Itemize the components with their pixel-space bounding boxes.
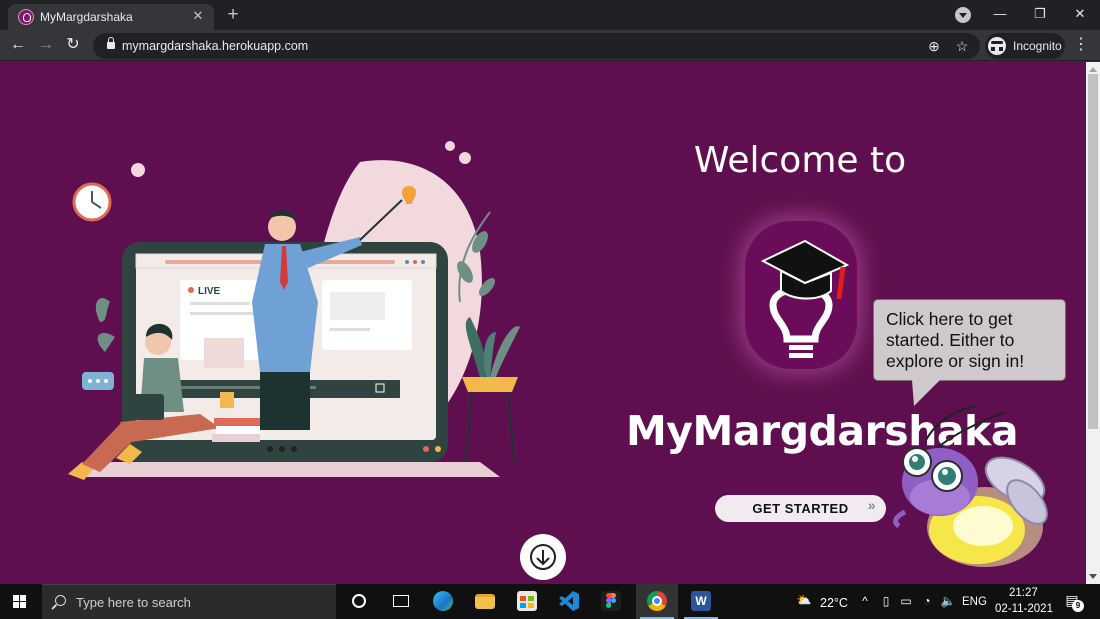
graduation-cap-bulb-icon xyxy=(760,239,850,358)
get-started-button[interactable]: GET STARTED » xyxy=(715,495,886,522)
task-view-button[interactable] xyxy=(380,584,422,619)
laptop-base xyxy=(80,462,500,477)
start-button[interactable] xyxy=(0,584,40,619)
chevron-right-icon: » xyxy=(867,497,876,513)
wifi-icon[interactable]: ◔ xyxy=(919,593,935,609)
address-bar[interactable]: mymargdarshaka.herokuapp.com ⊕ ☆ xyxy=(93,33,980,59)
reload-icon[interactable]: ↻ xyxy=(62,34,84,56)
cortana-icon xyxy=(352,594,366,608)
windows-logo-icon xyxy=(13,595,27,609)
weather-temperature[interactable]: 22°C xyxy=(820,596,848,610)
bookmark-star-icon[interactable]: ☆ xyxy=(953,37,971,55)
taskbar-word[interactable]: W xyxy=(680,584,722,619)
online-teaching-illustration: LIVE xyxy=(68,141,520,480)
word-icon: W xyxy=(691,591,711,611)
taskbar-file-explorer[interactable] xyxy=(464,584,506,619)
zoom-icon[interactable]: ⊕ xyxy=(925,37,943,55)
browser-toolbar: ← → ↻ mymargdarshaka.herokuapp.com ⊕ ☆ I… xyxy=(0,30,1100,61)
tab-search-icon[interactable] xyxy=(955,7,971,23)
back-arrow-icon[interactable]: ← xyxy=(7,34,29,56)
tab-title: MyMargdarshaka xyxy=(40,10,133,24)
taskbar-vscode[interactable] xyxy=(548,584,590,619)
cortana-button[interactable] xyxy=(338,584,380,619)
scroll-down-arrow-icon[interactable] xyxy=(1089,574,1097,579)
browser-menu-icon[interactable]: ⋮ xyxy=(1072,35,1090,55)
arrow-down-icon xyxy=(530,544,556,570)
vscode-icon xyxy=(559,591,579,611)
notification-count-badge: 9 xyxy=(1072,600,1084,612)
new-tab-button[interactable]: + xyxy=(222,4,244,26)
battery-icon[interactable]: ▭ xyxy=(898,593,914,609)
meet-now-icon[interactable]: ▯ xyxy=(878,593,894,609)
clock-time[interactable]: 21:27 xyxy=(1009,587,1038,599)
get-started-label: GET STARTED xyxy=(752,501,849,516)
taskbar-store[interactable] xyxy=(506,584,548,619)
books-stack xyxy=(214,418,260,426)
page-scrollbar[interactable] xyxy=(1086,62,1100,584)
incognito-indicator[interactable]: Incognito xyxy=(985,33,1065,59)
url-text[interactable]: mymargdarshaka.herokuapp.com xyxy=(122,39,308,53)
store-icon xyxy=(517,591,537,611)
edge-icon xyxy=(433,591,453,611)
tray-overflow-icon[interactable]: ^ xyxy=(857,593,873,609)
incognito-icon xyxy=(988,37,1006,55)
browser-tab[interactable]: MyMargdarshaka ✕ xyxy=(8,4,214,30)
taskbar-search-box[interactable]: Type here to search xyxy=(42,584,336,619)
window-minimize-button[interactable]: — xyxy=(985,2,1015,26)
helper-speech-bubble: Click here to get started. Either to exp… xyxy=(873,299,1066,381)
landing-page: LIVE Welcome to MyMargdarshaka GET START… xyxy=(0,62,1086,584)
browser-tab-strip: MyMargdarshaka ✕ + — ❐ ✕ xyxy=(0,0,1100,30)
lock-icon[interactable] xyxy=(107,37,115,49)
figma-icon xyxy=(601,591,621,611)
welcome-heading: Welcome to xyxy=(693,140,907,181)
chrome-icon xyxy=(647,591,667,611)
firefly-mascot[interactable] xyxy=(885,402,1060,577)
folder-icon xyxy=(475,594,495,609)
taskbar-chrome[interactable] xyxy=(636,584,678,619)
tab-close-icon[interactable]: ✕ xyxy=(190,8,206,24)
live-label: LIVE xyxy=(198,286,221,297)
taskbar-figma[interactable] xyxy=(590,584,632,619)
clock-date[interactable]: 02-11-2021 xyxy=(995,603,1053,615)
search-placeholder: Type here to search xyxy=(76,595,191,610)
left-plant-icon xyxy=(95,298,110,322)
volume-icon[interactable]: 🔈 xyxy=(940,593,956,609)
window-close-button[interactable]: ✕ xyxy=(1065,2,1095,26)
forward-arrow-icon[interactable]: → xyxy=(35,34,57,56)
student-laptop xyxy=(122,394,164,420)
scrollbar-thumb[interactable] xyxy=(1088,74,1098,429)
scroll-down-button[interactable] xyxy=(520,534,566,580)
window-restore-button[interactable]: ❐ xyxy=(1025,2,1055,26)
task-view-icon xyxy=(393,595,409,607)
windows-taskbar: Type here to search W ⛅ 22°C ^ ▯ ▭ ◔ 🔈 E… xyxy=(0,584,1100,619)
search-icon xyxy=(55,595,66,606)
input-language[interactable]: ENG xyxy=(962,596,987,608)
site-favicon-icon xyxy=(18,9,34,25)
incognito-label: Incognito xyxy=(1013,39,1062,53)
taskbar-edge[interactable] xyxy=(422,584,464,619)
app-logo xyxy=(745,221,857,369)
weather-cloud-icon[interactable]: ⛅ xyxy=(794,592,814,608)
scroll-up-arrow-icon[interactable] xyxy=(1089,67,1097,72)
